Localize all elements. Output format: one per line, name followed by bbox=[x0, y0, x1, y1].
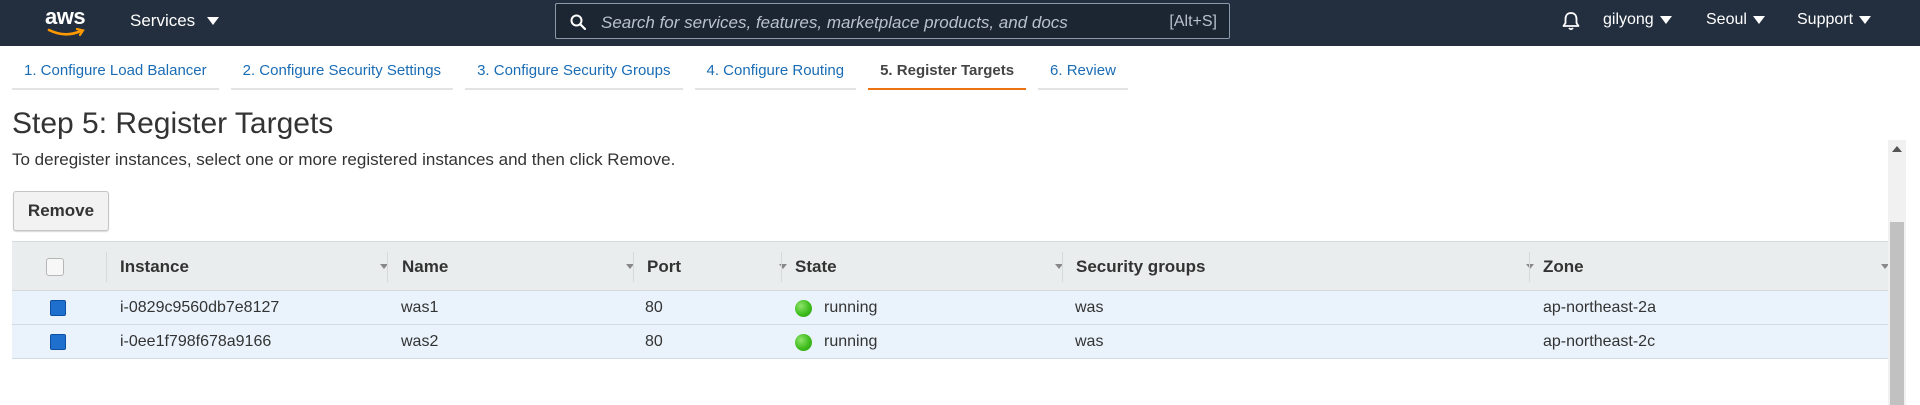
account-menu[interactable]: gilyong bbox=[1603, 11, 1672, 29]
column-label: Instance bbox=[120, 257, 189, 276]
region-name: Seoul bbox=[1706, 11, 1747, 28]
tab-review[interactable]: 6. Review bbox=[1038, 56, 1128, 90]
state-label: running bbox=[824, 333, 878, 350]
services-menu[interactable]: Services bbox=[130, 11, 220, 31]
search-shortcut-hint: [Alt+S] bbox=[1169, 13, 1217, 30]
table-row[interactable]: i-0829c9560db7e8127 was1 80 running was … bbox=[12, 291, 1888, 325]
page-description: To deregister instances, select one or m… bbox=[12, 150, 676, 169]
aws-logo[interactable]: aws bbox=[45, 4, 89, 40]
instance-state: running bbox=[795, 291, 877, 325]
bell-icon[interactable] bbox=[1560, 10, 1582, 32]
tab-configure-routing[interactable]: 4. Configure Routing bbox=[694, 56, 857, 90]
instance-state: running bbox=[795, 325, 877, 359]
instance-port: 80 bbox=[645, 333, 663, 350]
column-divider bbox=[633, 252, 634, 282]
running-status-icon bbox=[795, 299, 812, 317]
column-label: Port bbox=[647, 257, 681, 276]
instance-zone: ap-northeast-2a bbox=[1543, 299, 1656, 316]
column-header-security-groups[interactable]: Security groups bbox=[1076, 242, 1538, 292]
row-checkbox[interactable] bbox=[50, 300, 66, 316]
tab-register-targets[interactable]: 5. Register Targets bbox=[868, 56, 1027, 90]
instance-zone: ap-northeast-2c bbox=[1543, 333, 1656, 350]
instance-security-groups: was bbox=[1075, 299, 1104, 316]
instance-id: i-0829c9560db7e8127 bbox=[120, 299, 280, 316]
table-row[interactable]: i-0ee1f798f678a9166 was2 80 running was … bbox=[12, 325, 1888, 359]
sort-icon bbox=[1526, 264, 1534, 269]
column-divider bbox=[1062, 252, 1063, 282]
remove-button[interactable]: Remove bbox=[13, 191, 109, 231]
column-divider bbox=[387, 252, 388, 282]
tab-configure-load-balancer[interactable]: 1. Configure Load Balancer bbox=[12, 56, 219, 90]
top-nav-bar: aws Services Search for services, featur… bbox=[0, 0, 1920, 46]
region-menu[interactable]: Seoul bbox=[1706, 11, 1765, 29]
column-header-zone[interactable]: Zone bbox=[1543, 242, 1889, 292]
column-divider bbox=[1529, 252, 1530, 282]
column-header-state[interactable]: State bbox=[795, 242, 1067, 292]
column-label: State bbox=[795, 257, 837, 276]
scrollbar-thumb[interactable] bbox=[1890, 222, 1904, 405]
column-header-instance[interactable]: Instance bbox=[120, 242, 392, 292]
support-label: Support bbox=[1797, 11, 1854, 28]
page-title: Step 5: Register Targets bbox=[12, 107, 334, 140]
column-divider bbox=[781, 252, 782, 282]
services-label: Services bbox=[130, 11, 196, 30]
tab-configure-security-settings[interactable]: 2. Configure Security Settings bbox=[230, 56, 454, 90]
select-all-checkbox[interactable] bbox=[46, 258, 64, 276]
chevron-down-icon bbox=[1752, 16, 1765, 24]
instance-port: 80 bbox=[645, 299, 663, 316]
running-status-icon bbox=[795, 333, 812, 351]
search-input[interactable]: Search for services, features, marketpla… bbox=[601, 13, 1068, 33]
search-bar[interactable]: Search for services, features, marketpla… bbox=[555, 3, 1230, 39]
chevron-down-icon bbox=[207, 17, 220, 25]
chevron-down-icon bbox=[1659, 16, 1672, 24]
instance-security-groups: was bbox=[1075, 333, 1104, 350]
scroll-up-arrow-icon[interactable] bbox=[1892, 146, 1902, 152]
wizard-steps: 1. Configure Load Balancer 2. Configure … bbox=[12, 56, 1140, 92]
column-divider bbox=[106, 252, 107, 282]
state-label: running bbox=[824, 299, 878, 316]
registered-instances-table: Instance Name Port State Security groups… bbox=[12, 241, 1889, 359]
instance-id: i-0ee1f798f678a9166 bbox=[120, 333, 272, 350]
row-checkbox[interactable] bbox=[50, 334, 66, 350]
aws-logo-text: aws bbox=[45, 4, 86, 29]
search-icon bbox=[570, 14, 586, 30]
instance-name: was2 bbox=[401, 333, 439, 350]
column-label: Name bbox=[402, 257, 449, 276]
tab-configure-security-groups[interactable]: 3. Configure Security Groups bbox=[465, 56, 683, 90]
aws-smile-icon bbox=[47, 28, 85, 37]
column-header-name[interactable]: Name bbox=[402, 242, 638, 292]
column-label: Security groups bbox=[1076, 257, 1206, 276]
column-header-port[interactable]: Port bbox=[647, 242, 791, 292]
instance-name: was1 bbox=[401, 299, 439, 316]
chevron-down-icon bbox=[1859, 16, 1872, 24]
account-name: gilyong bbox=[1603, 11, 1654, 28]
support-menu[interactable]: Support bbox=[1797, 11, 1872, 29]
table-header: Instance Name Port State Security groups… bbox=[12, 241, 1889, 292]
column-label: Zone bbox=[1543, 257, 1584, 276]
